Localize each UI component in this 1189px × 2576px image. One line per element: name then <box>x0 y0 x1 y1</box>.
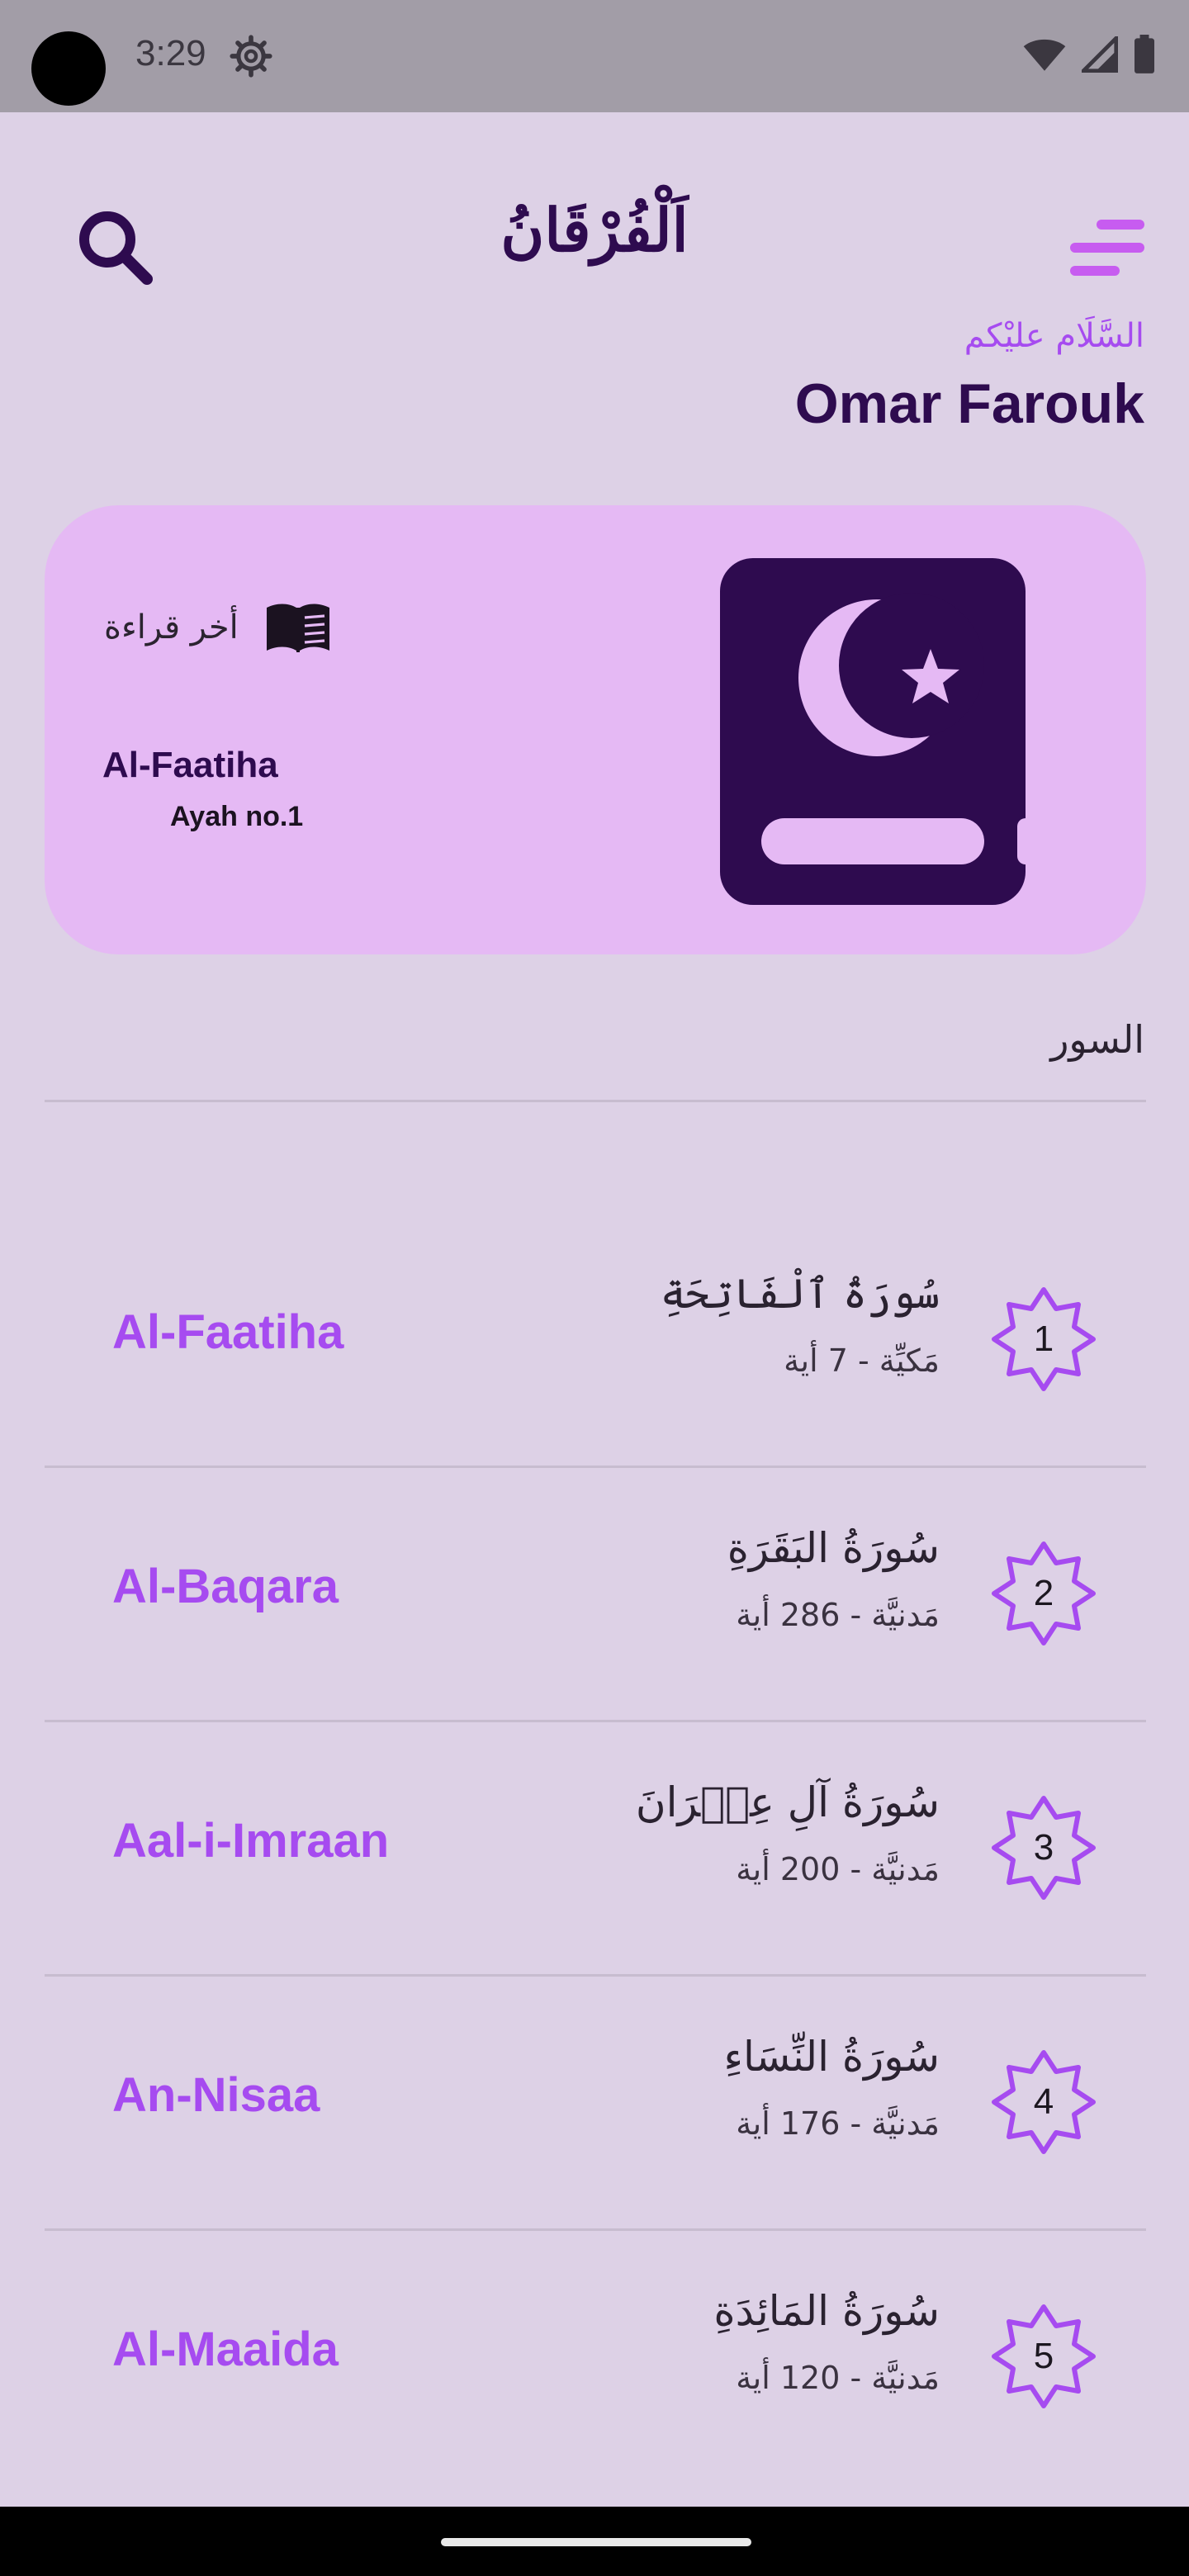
battery-icon <box>1135 35 1154 73</box>
home-indicator[interactable] <box>441 2538 751 2546</box>
surah-number: 5 <box>1033 2336 1054 2376</box>
menu-icon[interactable] <box>1065 215 1148 281</box>
surah-row[interactable]: Al-Faatiha سُورَةُ ٱلْفَاتِحَةِ مَكيِّة … <box>45 1214 1146 1468</box>
surah-number-badge: 4 <box>991 2049 1097 2155</box>
last-read-surah: Al-Faatiha <box>102 745 278 785</box>
last-read-ayah: Ayah no.1 <box>170 801 304 832</box>
surah-number-badge: 3 <box>991 1795 1097 1901</box>
surah-arabic-name: سُورَةُ البَقَرَةِ <box>727 1524 940 1572</box>
surah-row[interactable]: An-Nisaa سُورَةُ النِّسَاءِ مَدنيَّة - 1… <box>45 1977 1146 2231</box>
app-header: اَلْفُرْقَانُ <box>0 182 1189 297</box>
surah-arabic-name: سُورَةُ المَائِدَةِ <box>713 2287 940 2335</box>
status-time: 3:29 <box>135 33 206 73</box>
surah-row[interactable]: Al-Baqara سُورَةُ البَقَرَةِ مَدنيَّة - … <box>45 1468 1146 1722</box>
surah-list: Al-Faatiha سُورَةُ ٱلْفَاتِحَةِ مَكيِّة … <box>45 1214 1146 2485</box>
surah-row[interactable]: Aal-i-Imraan سُورَةُ آلِ عِمۡرَانَ مَدني… <box>45 1722 1146 1977</box>
surah-row[interactable]: Al-Maaida سُورَةُ المَائِدَةِ مَدنيَّة -… <box>45 2231 1146 2485</box>
settings-gear-icon <box>230 35 272 78</box>
surah-english-name: Al-Faatiha <box>112 1305 344 1359</box>
surah-arabic-name: سُورَةُ النِّسَاءِ <box>723 2033 940 2081</box>
surah-meta: مَدنيَّة - 176 أية <box>736 2105 940 2142</box>
camera-cutout <box>31 31 106 106</box>
surah-meta: مَدنيَّة - 286 أية <box>736 1597 940 1633</box>
surahs-section-title: السور <box>1050 1017 1144 1062</box>
surah-english-name: An-Nisaa <box>112 2068 320 2122</box>
surah-arabic-name: سُورَةُ ٱلْفَاتِحَةِ <box>660 1270 940 1318</box>
surah-english-name: Al-Maaida <box>112 2323 339 2376</box>
surah-number-badge: 5 <box>991 2304 1097 2409</box>
surah-arabic-name: سُورَةُ آلِ عِمۡرَانَ <box>635 1778 940 1826</box>
surah-english-name: Aal-i-Imraan <box>112 1814 390 1868</box>
last-read-card[interactable]: أخر قراءة Al-Faatiha Ayah no.1 <box>45 505 1146 954</box>
last-read-label: أخر قراءة <box>104 608 239 646</box>
surah-number-badge: 2 <box>991 1541 1097 1646</box>
surah-meta: مَكيِّة - 7 أية <box>784 1342 940 1379</box>
greeting-text: السَّلَام عليْكم <box>964 317 1144 355</box>
system-navigation-bar <box>0 2507 1189 2576</box>
surah-meta: مَدنيَّة - 120 أية <box>736 2360 940 2396</box>
last-read-label-row: أخر قراءة <box>104 601 333 654</box>
surah-meta: مَدنيَّة - 200 أية <box>736 1851 940 1887</box>
surah-english-name: Al-Baqara <box>112 1560 339 1613</box>
quran-book-icon <box>720 558 1034 905</box>
status-bar: 3:29 <box>0 0 1189 112</box>
section-divider <box>45 1100 1146 1102</box>
surah-number: 1 <box>1033 1319 1054 1359</box>
app-title: اَلْفُرْقَانُ <box>500 195 689 265</box>
surah-number: 2 <box>1033 1573 1054 1613</box>
surah-number-badge: 1 <box>991 1286 1097 1392</box>
surah-number: 3 <box>1033 1827 1054 1868</box>
wifi-icon <box>1023 39 1066 71</box>
signal-icon <box>1082 36 1118 73</box>
book-open-icon <box>266 604 329 652</box>
surah-number: 4 <box>1033 2081 1054 2122</box>
user-name: Omar Farouk <box>794 372 1144 435</box>
